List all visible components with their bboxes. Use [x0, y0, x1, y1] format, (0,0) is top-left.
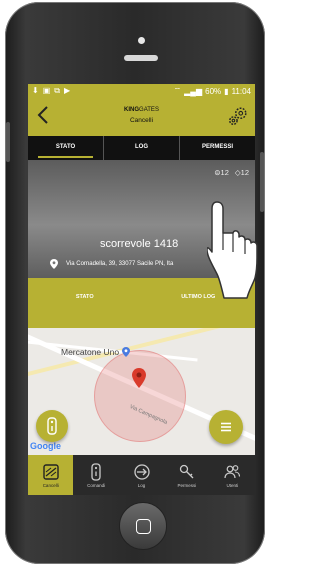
app-header: KINGGATES Cancelli [28, 98, 255, 136]
geofence-circle [94, 350, 186, 442]
image-icon: ▣ [42, 86, 51, 95]
battery-icon: ▮ [224, 86, 229, 96]
tab-bar: STATO LOG PERMESSI [28, 136, 255, 160]
volume-button [6, 122, 10, 162]
front-camera [138, 37, 145, 44]
home-button[interactable] [119, 502, 167, 550]
nav-label-utenti: Utenti [226, 482, 239, 488]
settings-gears-icon[interactable] [227, 105, 249, 127]
nav-item-log[interactable]: Log [119, 455, 164, 495]
nav-item-utenti[interactable]: Utenti [210, 455, 255, 495]
remote-fab-button[interactable] [36, 410, 68, 442]
nav-label-permessi: Permessi [177, 482, 197, 488]
map-place-label: Mercatone Uno [61, 347, 131, 357]
nav-label-comandi: Comandi [87, 482, 106, 488]
remote-icon [47, 417, 57, 435]
nav-label-log: Log [137, 482, 146, 488]
location-pin-icon [50, 259, 58, 269]
nav-item-cancelli[interactable]: Cancelli [28, 455, 74, 495]
users-icon [224, 464, 241, 478]
status-icons-right: ⌔ ▂▄▆ 60% ▮ 11:04 [174, 86, 251, 96]
gate-address: Via Cornadella, 39, 33077 Sacile PN, Ita [50, 259, 173, 269]
gate-icon [43, 463, 59, 480]
tab-log[interactable]: LOG [104, 136, 180, 160]
address-text: Via Cornadella, 39, 33077 Sacile PN, Ita [66, 261, 174, 267]
tab-stato[interactable]: STATO [28, 136, 104, 160]
power-button [260, 152, 264, 212]
copy-icon: ⧉ [54, 86, 60, 95]
tap-hand-icon [207, 201, 258, 299]
earpiece-speaker [124, 55, 158, 61]
clock: 11:04 [231, 86, 251, 96]
keys-count: ◇12 [234, 168, 249, 177]
bottom-nav: Cancelli Comandi Log Permessi Utenti [28, 455, 255, 495]
google-logo: Google [30, 441, 61, 451]
key-icon [179, 464, 194, 478]
gate-name: scorrevole 1418 [100, 238, 179, 250]
log-icon [133, 463, 150, 480]
nav-item-comandi[interactable]: Comandi [73, 455, 118, 495]
brand-logo: KINGGATES [124, 107, 159, 113]
status-icons-left: ⬇ ▣ ⧉ ▶ [32, 86, 70, 96]
battery-percent: 60% [205, 86, 222, 96]
download-icon: ⬇ [32, 86, 39, 95]
wifi-icon: ⌔ [173, 86, 182, 95]
gate-counts: ⊜12 ◇12 [214, 168, 249, 177]
tab-permessi[interactable]: PERMESSI [180, 136, 255, 160]
signal-icon: ▂▄▆ [184, 86, 203, 96]
page-title: Cancelli [129, 117, 154, 124]
place-marker-icon [122, 347, 131, 357]
stato-label: STATO [75, 294, 94, 300]
status-bar: ⬇ ▣ ⧉ ▶ ⌔ ▂▄▆ 60% ▮ 11:04 [28, 84, 255, 98]
nav-label-cancelli: Cancelli [42, 482, 59, 488]
remote-icon [91, 462, 101, 481]
menu-fab-button[interactable] [209, 410, 243, 444]
map-pin-icon[interactable] [132, 368, 146, 388]
users-count: ⊜12 [214, 168, 229, 177]
menu-icon [221, 422, 231, 432]
play-icon: ▶ [63, 86, 71, 95]
nav-item-permessi[interactable]: Permessi [164, 455, 209, 495]
